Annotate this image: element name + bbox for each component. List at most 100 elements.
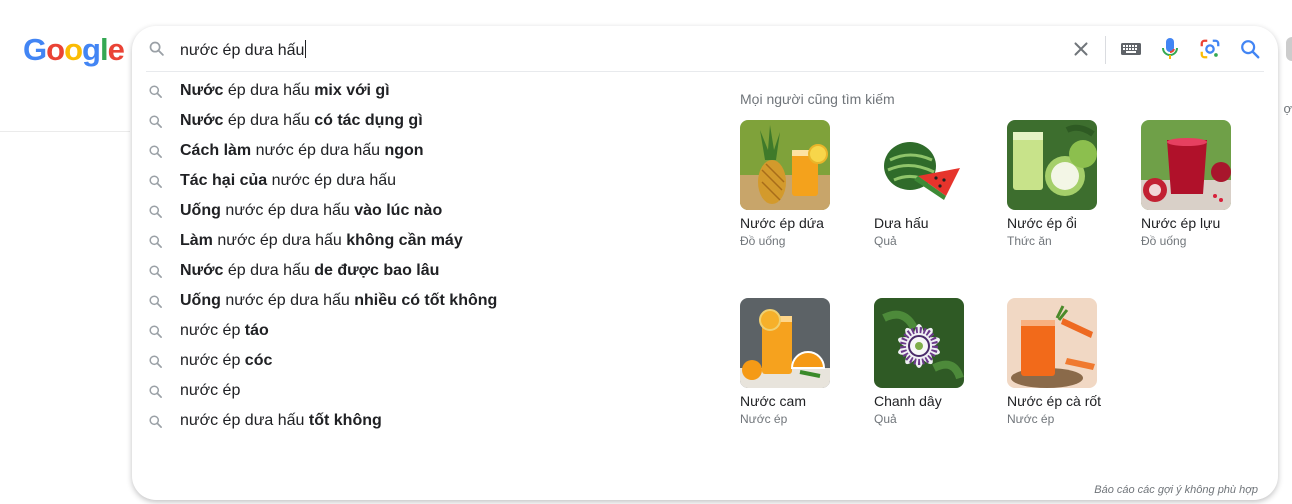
search-icon [148, 234, 164, 249]
search-icon [148, 354, 164, 369]
suggestion-item[interactable]: Nước ép dưa hấu có tác dụng gì [132, 106, 712, 136]
suggestion-text: Nước ép dưa hấu có tác dụng gì [180, 112, 423, 130]
search-icon [148, 414, 164, 429]
related-search-tile[interactable]: Nước ép dứa Đồ uống [740, 120, 860, 250]
google-lens-icon[interactable] [1199, 38, 1221, 65]
related-search-tile[interactable]: Dưa hấu Quả [874, 120, 994, 250]
suggestion-part: ép dưa hấu [223, 112, 315, 129]
related-search-tile[interactable]: Nước ép lựu Đồ uống [1141, 120, 1261, 250]
clear-icon[interactable] [1070, 38, 1092, 60]
suggestion-part: nước ép [180, 352, 245, 369]
suggestion-bold-part: de được bao lâu [314, 262, 440, 279]
suggestion-item[interactable]: nước ép cóc [132, 346, 712, 376]
suggestion-bold-part: Nước [180, 262, 224, 279]
suggestion-bold-part: táo [244, 322, 269, 339]
search-icon [148, 144, 164, 159]
search-icon [148, 204, 164, 219]
search-divider [146, 71, 1264, 72]
suggestion-item[interactable]: Nước ép dưa hấu de được bao lâu [132, 256, 712, 286]
search-icon [148, 114, 164, 129]
guava-juice-image [1007, 120, 1097, 210]
suggestion-part: ép dưa hấu [223, 82, 315, 99]
logo-letter: o [46, 32, 65, 67]
microphone-icon[interactable] [1161, 37, 1179, 66]
search-separator [1105, 36, 1106, 64]
suggestion-item[interactable]: Nước ép dưa hấu mix với gì [132, 76, 712, 106]
suggestion-item[interactable]: Uống nước ép dưa hấu nhiều có tốt không [132, 286, 712, 316]
passion-flower-image [874, 298, 964, 388]
related-search-tile[interactable]: Nước ép ổi Thức ăn [1007, 120, 1127, 250]
related-search-category: Quả [874, 412, 897, 426]
search-icon [148, 40, 165, 62]
google-logo[interactable]: Google [23, 32, 125, 68]
suggestion-text: Uống nước ép dưa hấu vào lúc nào [180, 202, 442, 220]
suggestion-bold-part: cóc [244, 352, 273, 369]
pomegranate-juice-image [1141, 120, 1231, 210]
related-search-tile[interactable]: Chanh dây Quả [874, 298, 994, 428]
keyboard-icon[interactable] [1120, 41, 1142, 62]
search-input[interactable]: nước ép dưa hấu [180, 40, 306, 60]
suggestion-item[interactable]: nước ép táo [132, 316, 712, 346]
search-dropdown: nước ép dưa hấu Nước ép dưa hấu mix với … [132, 26, 1278, 500]
suggestion-bold-part: Uống [180, 292, 221, 309]
suggestion-part: nước ép dưa hấu [251, 142, 385, 159]
watermelon-image [874, 120, 964, 210]
suggestion-bold-part: Làm [180, 232, 213, 249]
suggestion-bold-part: Uống [180, 202, 221, 219]
suggestion-text: nước ép cóc [180, 352, 272, 370]
search-icon [148, 294, 164, 309]
suggestion-part: nước ép [180, 382, 241, 399]
suggestion-bold-part: Nước [180, 82, 224, 99]
related-search-name: Dưa hấu [874, 215, 929, 231]
right-edge-text: ợ [1283, 101, 1292, 116]
suggestion-item[interactable]: nước ép dưa hấu tốt không [132, 406, 712, 436]
suggestion-part: nước ép dưa hấu [212, 232, 347, 249]
suggestion-bold-part: tốt không [308, 412, 382, 429]
report-suggestions-link[interactable]: Báo cáo các gợi ý không phù hợp [1094, 484, 1258, 496]
suggestion-text: Nước ép dưa hấu mix với gì [180, 82, 390, 100]
header-divider [0, 131, 130, 132]
suggestion-item[interactable]: Tác hại của nước ép dưa hấu [132, 166, 712, 196]
orange-juice-image [740, 298, 830, 388]
suggestion-list: Nước ép dưa hấu mix với gì Nước ép dưa hấ… [132, 76, 712, 436]
search-icon [148, 264, 164, 279]
suggestion-item[interactable]: Cách làm nước ép dưa hấu ngon [132, 136, 712, 166]
suggestion-text: Tác hại của nước ép dưa hấu [180, 172, 396, 190]
suggestion-bold-part: vào lúc nào [354, 202, 443, 219]
avatar-edge[interactable] [1286, 37, 1292, 61]
carrot-juice-image [1007, 298, 1097, 388]
related-search-category: Đồ uống [1141, 234, 1187, 248]
people-also-search-title: Mọi người cũng tìm kiếm [740, 91, 895, 107]
logo-letter: g [82, 32, 101, 67]
suggestion-item[interactable]: Uống nước ép dưa hấu vào lúc nào [132, 196, 712, 226]
suggestion-item[interactable]: nước ép [132, 376, 712, 406]
related-search-tile[interactable]: Nước cam Nước ép [740, 298, 860, 428]
related-search-tile[interactable]: Nước ép cà rốt Nước ép [1007, 298, 1127, 428]
suggestion-text: nước ép dưa hấu tốt không [180, 412, 382, 430]
suggestion-text: Nước ép dưa hấu de được bao lâu [180, 262, 439, 280]
suggestion-bold-part: không cần máy [346, 232, 463, 249]
pineapple-juice-image [740, 120, 830, 210]
suggestion-part: ép dưa hấu [223, 262, 315, 279]
suggestion-bold-part: có tác dụng gì [314, 112, 423, 129]
search-box[interactable]: nước ép dưa hấu [132, 26, 1278, 72]
suggestion-part: nước ép dưa hấu [267, 172, 397, 189]
suggestion-text: Cách làm nước ép dưa hấu ngon [180, 142, 424, 160]
search-icon [148, 324, 164, 339]
suggestion-bold-part: Cách làm [180, 142, 252, 159]
related-search-category: Thức ăn [1007, 234, 1052, 248]
suggestion-bold-part: ngon [384, 142, 424, 159]
logo-letter: l [99, 32, 109, 67]
suggestion-bold-part: Nước [180, 112, 224, 129]
suggestion-part: nước ép dưa hấu [220, 292, 355, 309]
related-search-category: Nước ép [1007, 412, 1055, 426]
logo-letter: G [23, 32, 47, 67]
suggestion-item[interactable]: Làm nước ép dưa hấu không cần máy [132, 226, 712, 256]
related-search-name: Nước ép cà rốt [1007, 393, 1102, 409]
related-search-category: Nước ép [740, 412, 788, 426]
search-submit-icon[interactable] [1239, 38, 1261, 65]
suggestion-text: nước ép [180, 382, 240, 400]
related-search-name: Nước ép dứa [740, 215, 824, 231]
logo-letter: e [107, 32, 125, 67]
suggestion-bold-part: mix với gì [314, 82, 390, 99]
